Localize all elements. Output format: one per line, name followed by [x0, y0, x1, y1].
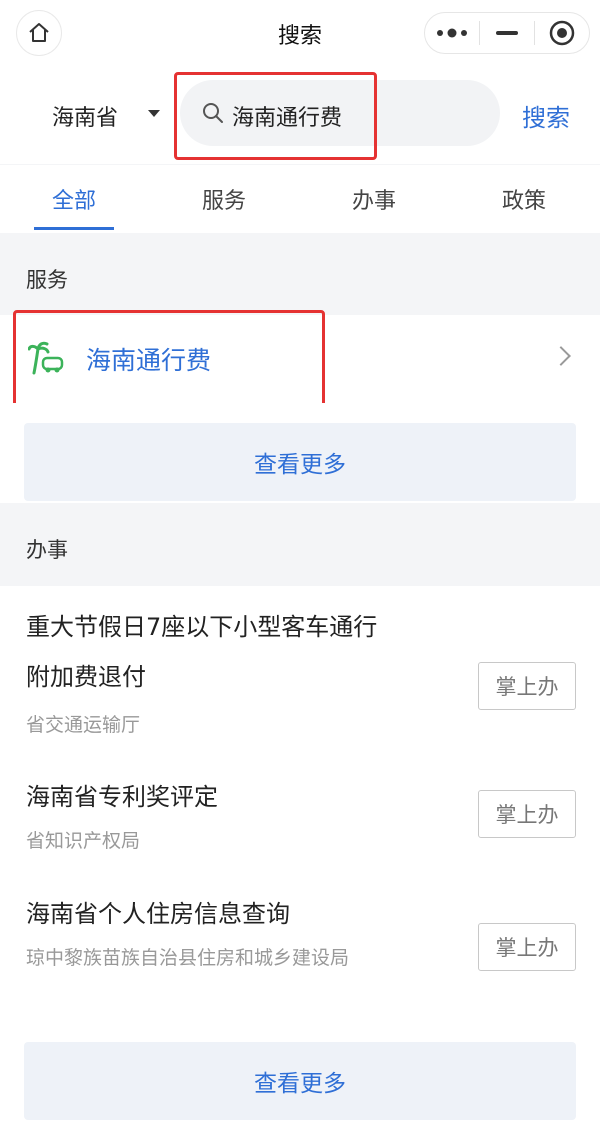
work-item-dept: 琼中黎族苗族自治县住房和城乡建设局: [26, 947, 350, 969]
chevron-right-icon: [551, 346, 571, 366]
tab-work[interactable]: 办事: [324, 183, 424, 215]
mobile-handle-button[interactable]: 掌上办: [478, 662, 576, 710]
minimize-icon: [496, 31, 518, 35]
section-title-services: 服务: [26, 268, 68, 292]
search-query: 海南通行费: [232, 106, 343, 131]
search-row: 海南省 海南通行费 搜索: [0, 66, 600, 164]
work-more-container: 查看更多: [0, 1020, 600, 1130]
work-list: 重大节假日7座以下小型客车通行附加费退付 省交通运输厅 掌上办 海南省专利奖评定…: [0, 586, 600, 1020]
work-item-title: 海南省个人住房信息查询: [26, 900, 290, 928]
minimize-button[interactable]: [480, 13, 534, 53]
mobile-handle-button[interactable]: 掌上办: [478, 790, 576, 838]
section-title-work: 办事: [26, 538, 68, 562]
more-button[interactable]: [425, 13, 479, 53]
list-item[interactable]: 海南省专利奖评定 省知识产权局 掌上办: [0, 772, 600, 872]
work-item-dept: 省知识产权局: [26, 830, 141, 852]
caret-down-icon[interactable]: [148, 110, 160, 117]
tab-services[interactable]: 服务: [174, 183, 274, 215]
services-view-more-button[interactable]: 查看更多: [24, 423, 576, 501]
search-button[interactable]: 搜索: [522, 98, 570, 133]
tab-bar: 全部 服务 办事 政策: [0, 165, 600, 233]
miniprogram-capsule: [424, 12, 590, 54]
work-item-dept: 省交通运输厅: [26, 714, 141, 736]
title-bar: 搜索: [0, 0, 600, 66]
tab-policy[interactable]: 政策: [474, 183, 574, 215]
service-item[interactable]: 海南通行费: [0, 315, 600, 403]
more-dots-icon: [437, 28, 467, 38]
target-circle-icon: [549, 20, 575, 46]
work-item-title: 重大节假日7座以下小型客车通行附加费退付: [26, 613, 378, 691]
tab-all[interactable]: 全部: [24, 183, 124, 215]
active-tab-indicator: [34, 227, 114, 230]
palm-car-logo-icon: [28, 341, 64, 375]
mobile-handle-button[interactable]: 掌上办: [478, 923, 576, 971]
list-item[interactable]: 海南省个人住房信息查询 琼中黎族苗族自治县住房和城乡建设局 掌上办: [0, 889, 600, 1009]
region-selector[interactable]: 海南省: [52, 100, 118, 132]
work-view-more-button[interactable]: 查看更多: [24, 1042, 576, 1120]
work-item-title: 海南省专利奖评定: [26, 783, 218, 811]
services-more-container: 查看更多: [0, 403, 600, 503]
close-button[interactable]: [535, 13, 589, 53]
search-icon: [203, 103, 223, 123]
search-input[interactable]: 海南通行费: [180, 80, 500, 146]
list-item[interactable]: 重大节假日7座以下小型客车通行附加费退付 省交通运输厅 掌上办: [0, 602, 600, 762]
service-name: 海南通行费: [86, 346, 212, 375]
